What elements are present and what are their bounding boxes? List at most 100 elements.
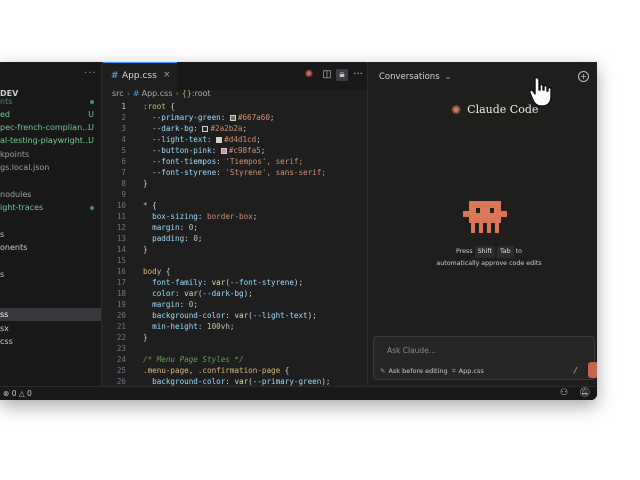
breadcrumb-symbol[interactable]: :root bbox=[192, 89, 211, 98]
code-line[interactable]: 18 color: var(--dark-bg); bbox=[103, 288, 367, 299]
code-text: } bbox=[143, 332, 148, 343]
code-line[interactable]: 12 margin: 0; bbox=[103, 222, 367, 233]
code-line[interactable]: 24 /* Menu Page Styles */ bbox=[103, 354, 367, 365]
code-line[interactable]: 3 --dark-bg: #2a2b2a; bbox=[103, 123, 367, 134]
file-tree-item[interactable] bbox=[0, 282, 101, 295]
line-number: 17 bbox=[116, 278, 126, 287]
file-tree-item-label: nodules bbox=[0, 190, 32, 199]
color-swatch[interactable] bbox=[202, 126, 209, 132]
file-tree-item[interactable]: sx bbox=[0, 322, 101, 335]
code-line[interactable]: 5 --button-pink: #c98fa5; bbox=[103, 145, 367, 156]
file-tree-item[interactable]: ss bbox=[0, 308, 101, 321]
code-line[interactable]: 1:root { bbox=[103, 101, 367, 112]
code-token: /* Menu Page Styles */ bbox=[143, 355, 244, 364]
claude-code-brand: ✺ Claude Code bbox=[451, 98, 538, 117]
code-token: : bbox=[184, 234, 194, 243]
ellipsis-icon[interactable]: ··· bbox=[84, 68, 97, 79]
code-token: ); bbox=[293, 278, 304, 287]
file-tree-item[interactable]: nodules bbox=[0, 188, 101, 201]
line-number: 18 bbox=[116, 289, 126, 298]
code-token: : bbox=[197, 212, 208, 221]
code-line[interactable]: 6 --font-tiempos: 'Tiempos', serif; bbox=[103, 156, 367, 167]
code-line[interactable]: 10 * { bbox=[103, 200, 367, 211]
code-line[interactable]: 11 box-sizing: border-box; bbox=[103, 211, 367, 222]
breadcrumb-folder[interactable]: src bbox=[112, 89, 124, 98]
untracked-badge: U bbox=[88, 136, 94, 145]
breadcrumb-file[interactable]: App.css bbox=[142, 89, 173, 98]
code-line[interactable]: 17 font-family: var(--font-styrene); bbox=[103, 277, 367, 288]
file-tree-item[interactable]: al-testing-playwright... U bbox=[0, 134, 101, 147]
file-tree-item[interactable] bbox=[0, 174, 101, 187]
code-token: --primary-green bbox=[143, 113, 221, 122]
code-line[interactable]: 4 --light-text: #d4d1cd; bbox=[103, 134, 367, 145]
file-tree-item[interactable]: s bbox=[0, 268, 101, 281]
file-tree-item[interactable] bbox=[0, 215, 101, 228]
code-token: --dark-bg bbox=[143, 124, 194, 133]
code-token: #2a2b2a bbox=[210, 124, 243, 133]
file-tree-item[interactable]: gs.local.json bbox=[0, 161, 101, 174]
split-editor-icon[interactable]: ◫ bbox=[321, 69, 333, 81]
prompt-input[interactable]: Ask Claude... bbox=[387, 346, 436, 355]
file-context-chip[interactable]: ⌗ App.css bbox=[452, 367, 484, 376]
file-tree-item[interactable] bbox=[0, 295, 101, 308]
line-number: 19 bbox=[116, 300, 126, 309]
modified-dot-icon bbox=[90, 206, 94, 210]
code-line[interactable]: 7 --font-styrene: 'Styrene', sans-serif; bbox=[103, 167, 367, 178]
color-swatch[interactable] bbox=[229, 115, 236, 121]
file-context-label: App.css bbox=[458, 367, 484, 375]
code-line[interactable]: 25 .menu-page, .confirmation-page { bbox=[103, 365, 367, 376]
file-tree-item[interactable]: css bbox=[0, 335, 101, 348]
code-line[interactable]: 23 bbox=[103, 343, 367, 354]
ellipsis-icon[interactable]: ··· bbox=[352, 69, 364, 81]
file-tree-item[interactable]: onents bbox=[0, 241, 101, 254]
file-tree-item-label: s bbox=[0, 270, 5, 279]
file-tree-item[interactable]: s bbox=[0, 228, 101, 241]
code-token: font-family bbox=[143, 278, 203, 287]
code-line[interactable]: 14} bbox=[103, 244, 367, 255]
send-button[interactable] bbox=[588, 362, 597, 378]
code-token: background-color bbox=[143, 377, 226, 386]
code-token: ; bbox=[193, 300, 198, 309]
conversations-dropdown[interactable]: Conversations ⌄ bbox=[379, 72, 451, 82]
code-line[interactable]: 22} bbox=[103, 332, 367, 343]
file-tree-item[interactable]: kpoints bbox=[0, 148, 101, 161]
code-line[interactable]: 2 --primary-green: #667a60; bbox=[103, 112, 367, 123]
file-tree-item-label: nts bbox=[0, 97, 13, 106]
conversations-label: Conversations bbox=[379, 72, 440, 82]
code-line[interactable]: 21 min-height: 100vh; bbox=[103, 321, 367, 332]
code-token: #667a60 bbox=[237, 113, 270, 122]
notifications-off-icon[interactable]: 🔕︎ bbox=[579, 388, 590, 398]
line-number: 12 bbox=[116, 223, 126, 232]
copilot-icon[interactable]: ⚇ bbox=[560, 388, 568, 398]
file-tree-item[interactable] bbox=[0, 349, 101, 362]
color-swatch[interactable] bbox=[216, 137, 223, 143]
bug-icon[interactable]: ✺ bbox=[303, 69, 315, 81]
code-token: : bbox=[211, 146, 221, 155]
code-line[interactable]: 15 bbox=[103, 255, 367, 266]
code-line[interactable]: 16 body { bbox=[103, 266, 367, 277]
code-line[interactable]: 8} bbox=[103, 178, 367, 189]
tab-app-css[interactable]: # App.css × bbox=[103, 62, 177, 90]
file-tree-item[interactable]: ight-traces bbox=[0, 201, 101, 214]
file-tree-item[interactable]: pec-french-complian... U bbox=[0, 121, 101, 134]
file-tree-item-label: onents bbox=[0, 243, 28, 252]
mode-toggle[interactable]: ✎ Ask before editing bbox=[380, 367, 448, 375]
new-chat-icon[interactable]: + bbox=[578, 71, 589, 82]
file-tree-item[interactable] bbox=[0, 255, 101, 268]
close-icon[interactable]: × bbox=[163, 70, 171, 80]
prompt-input-box[interactable]: Ask Claude... ✎ Ask before editing ⌗ App.c… bbox=[373, 336, 597, 380]
color-swatch[interactable] bbox=[220, 148, 227, 154]
slash-command-button[interactable]: / bbox=[574, 366, 577, 375]
warning-icon: △ bbox=[18, 389, 25, 398]
code-editor[interactable]: 1:root {2 --primary-green: #667a60; 3 --d… bbox=[103, 101, 367, 387]
lock-icon[interactable]: 🔒︎ bbox=[336, 69, 348, 81]
code-token: * bbox=[143, 201, 153, 210]
code-line[interactable]: 9 bbox=[103, 189, 367, 200]
file-tree-item[interactable]: ed U bbox=[0, 108, 101, 121]
code-line[interactable]: 19 margin: 0; bbox=[103, 299, 367, 310]
code-token: { bbox=[161, 267, 171, 276]
problems-indicator[interactable]: ⊗ 0 △ 0 bbox=[3, 389, 32, 398]
code-line[interactable]: 20 background-color: var(--light-text); bbox=[103, 310, 367, 321]
file-tree-item[interactable]: nts bbox=[0, 95, 101, 108]
code-line[interactable]: 13 padding: 0; bbox=[103, 233, 367, 244]
